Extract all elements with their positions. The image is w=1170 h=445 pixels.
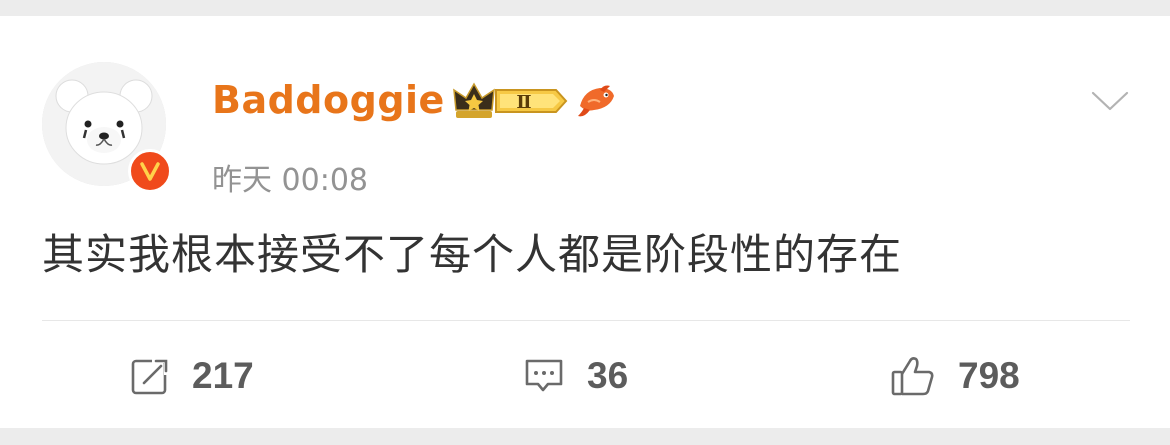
chevron-down-icon[interactable] xyxy=(1090,90,1130,118)
verified-badge-icon xyxy=(128,149,172,193)
post-card: Baddoggie Ⅱ 昨天 00:08 其实我根本接受不了每个人都是阶段性的存… xyxy=(0,16,1170,428)
divider xyxy=(42,320,1130,321)
thumbs-up-icon xyxy=(890,355,936,397)
post-content: 其实我根本接受不了每个人都是阶段性的存在 xyxy=(42,230,903,279)
comment-count: 36 xyxy=(587,355,629,396)
member-crown-icon[interactable]: Ⅱ xyxy=(452,80,570,126)
bottom-separator xyxy=(0,428,1170,445)
like-count: 798 xyxy=(958,355,1020,396)
repost-count: 217 xyxy=(192,355,254,396)
member-level: Ⅱ xyxy=(516,92,531,113)
koi-fish-icon xyxy=(574,80,618,124)
username[interactable]: Baddoggie xyxy=(212,78,445,122)
repost-icon xyxy=(130,356,170,396)
repost-button[interactable]: 217 xyxy=(130,352,254,400)
comment-icon xyxy=(523,356,565,396)
like-button[interactable]: 798 xyxy=(890,352,1020,400)
post-timestamp: 昨天 00:08 xyxy=(212,163,368,198)
comment-button[interactable]: 36 xyxy=(523,352,628,400)
